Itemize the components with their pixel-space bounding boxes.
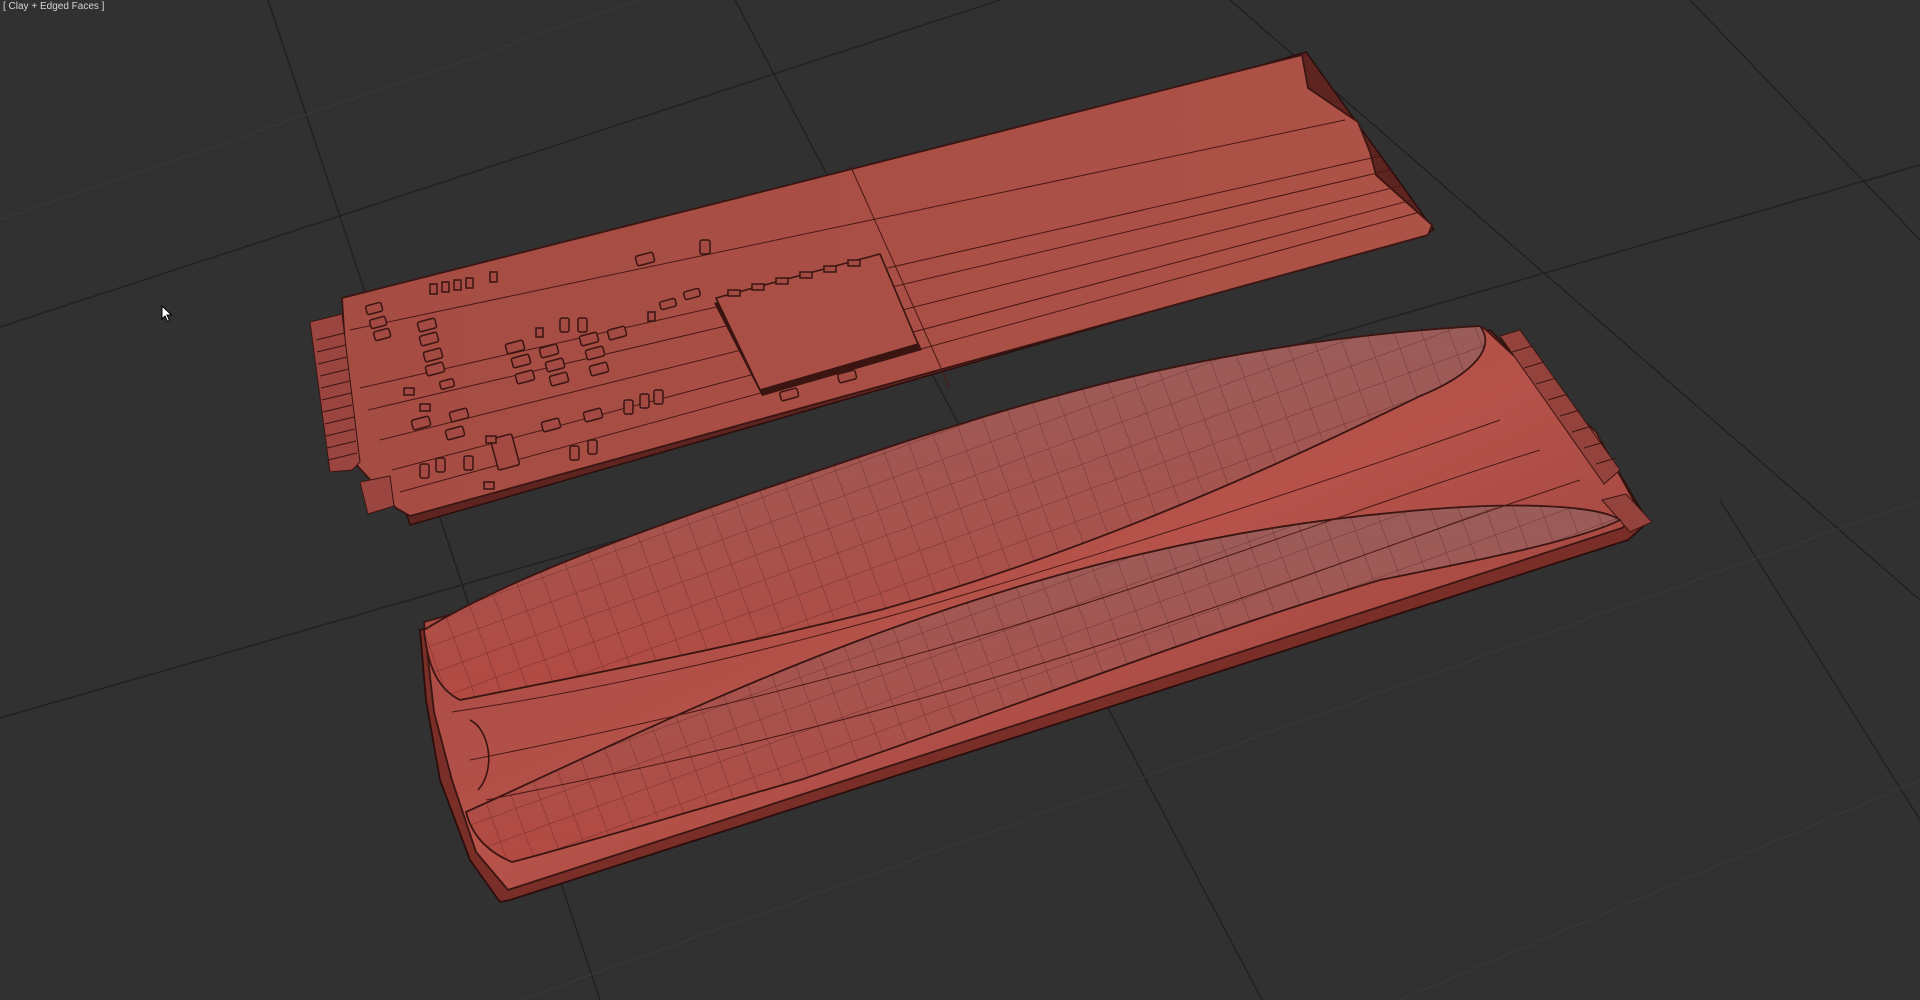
arrow-cursor-icon — [161, 305, 173, 323]
3d-viewport[interactable]: [ Clay + Edged Faces ] — [0, 0, 1920, 1000]
viewport-shading-label[interactable]: [ Clay + Edged Faces ] — [3, 1, 104, 13]
viewport-scene[interactable] — [0, 0, 1920, 1000]
